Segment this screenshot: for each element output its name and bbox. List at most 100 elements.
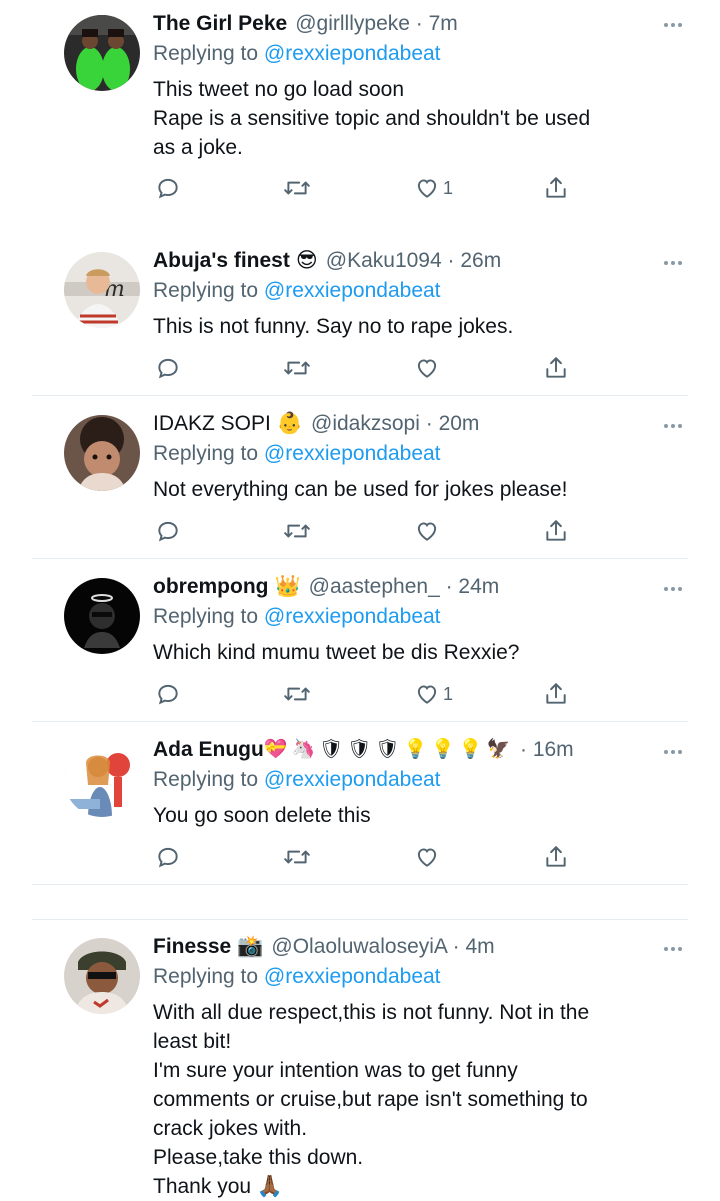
retweet-button[interactable] [283, 353, 311, 383]
like-button[interactable] [413, 842, 441, 872]
display-name[interactable]: IDAKZ SOPI [153, 412, 271, 435]
avatar[interactable] [64, 15, 140, 91]
tweet-text-line: I'm sure your intention was to get funny [153, 1059, 518, 1082]
separator-dot: · [441, 249, 461, 272]
user-handle[interactable]: @aastephen_ [309, 575, 440, 598]
display-name[interactable]: The Girl Peke [153, 12, 287, 35]
display-name[interactable]: Ada Enugu [153, 738, 264, 761]
reply-button[interactable] [155, 173, 181, 203]
name-emoji: 👑 [274, 575, 301, 599]
replying-to-label: Replying to [153, 279, 259, 302]
like-button[interactable] [413, 516, 441, 546]
replying-to-label: Replying to [153, 965, 259, 988]
timestamp[interactable]: 4m [465, 935, 494, 958]
timestamp[interactable]: 7m [429, 12, 458, 35]
share-button[interactable] [543, 516, 569, 546]
display-name[interactable]: Finesse [153, 935, 231, 958]
timestamp[interactable]: 26m [460, 249, 501, 272]
tweet-card[interactable]: obrempong 👑 @aastephen_ · 24m Replying to … [0, 566, 720, 722]
like-icon [417, 359, 437, 378]
tweet-card[interactable]: Ada Enugu💝🦄🛡🛡🛡💡💡💡🦅 · 16m Replying to @re… [0, 729, 720, 885]
user-handle[interactable]: @idakzsopi [311, 412, 420, 435]
reply-button[interactable] [155, 353, 181, 383]
tweet-text-line: Thank you 🙏🏾 [153, 1175, 284, 1198]
tweet-text-line: You go soon delete this [153, 804, 371, 827]
name-emoji: 💝🦄🛡🛡🛡💡💡💡🦅 [263, 739, 515, 761]
replying-to-mention[interactable]: @rexxiepondabeat [264, 605, 441, 628]
avatar[interactable] [64, 741, 140, 817]
retweet-icon [284, 687, 310, 701]
tweet-card[interactable]: m Abuja's finest 😎 @Kaku1094 · 26m Replyin… [0, 240, 720, 396]
reply-icon [158, 684, 178, 705]
share-icon [546, 177, 566, 198]
replying-to: Replying to @rexxiepondabeat [153, 765, 690, 795]
reply-button[interactable] [155, 679, 181, 709]
retweet-icon [284, 361, 310, 375]
separator-dot: · [514, 738, 533, 761]
name-emoji: 📸 [237, 935, 264, 959]
timestamp[interactable]: 16m [533, 738, 574, 761]
name-emoji: 😎 [295, 249, 318, 273]
avatar[interactable] [64, 415, 140, 491]
tweet-card[interactable]: Finesse 📸 @OlaoluwaloseyiA · 4m Replying t… [0, 926, 720, 1201]
reply-button[interactable] [155, 516, 181, 546]
like-icon [417, 685, 437, 704]
reply-icon [158, 847, 178, 868]
tweet-actions: 1 [153, 173, 573, 203]
avatar[interactable]: m [64, 252, 140, 328]
retweet-button[interactable] [283, 679, 311, 709]
timestamp[interactable]: 24m [458, 575, 499, 598]
retweet-button[interactable] [283, 842, 311, 872]
replying-to-mention[interactable]: @rexxiepondabeat [264, 42, 441, 65]
separator-dot: · [419, 412, 439, 435]
like-button[interactable]: 1 [413, 173, 453, 203]
tweet-text: This is not funny. Say no to rape jokes. [153, 312, 690, 341]
replying-to: Replying to @rexxiepondabeat [153, 276, 690, 306]
tweet-card[interactable]: IDAKZ SOPI 👶 @idakzsopi · 20m Replying to … [0, 403, 720, 559]
like-icon [417, 522, 437, 541]
tweet-actions [153, 842, 573, 872]
replying-to-mention[interactable]: @rexxiepondabeat [264, 442, 441, 465]
share-button[interactable] [543, 173, 569, 203]
tweet-text-line: crack jokes with. [153, 1117, 308, 1140]
reply-button[interactable] [155, 842, 181, 872]
replying-to-mention[interactable]: @rexxiepondabeat [264, 768, 441, 791]
like-button[interactable] [413, 353, 441, 383]
timestamp[interactable]: 20m [439, 412, 480, 435]
divider [32, 884, 688, 885]
like-button[interactable]: 1 [413, 679, 453, 709]
avatar[interactable] [64, 938, 140, 1014]
retweet-button[interactable] [283, 516, 311, 546]
share-button[interactable] [543, 842, 569, 872]
user-handle[interactable]: @Kaku1094 [326, 249, 442, 272]
tweet-text-line: as a joke. [153, 136, 243, 159]
divider [32, 721, 688, 722]
divider [32, 395, 688, 396]
tweet-text: Which kind mumu tweet be dis Rexxie? [153, 638, 690, 667]
replying-to-label: Replying to [153, 605, 259, 628]
tweet-card[interactable]: The Girl Peke @girlllypeke · 7m Replying … [0, 0, 720, 232]
share-icon [546, 357, 566, 378]
like-icon [417, 848, 437, 867]
avatar[interactable] [64, 578, 140, 654]
share-button[interactable] [543, 679, 569, 709]
retweet-icon [284, 524, 310, 538]
replying-to-mention[interactable]: @rexxiepondabeat [264, 965, 441, 988]
display-name[interactable]: obrempong [153, 575, 269, 598]
share-button[interactable] [543, 353, 569, 383]
like-icon [417, 179, 437, 198]
replying-to-label: Replying to [153, 442, 259, 465]
tweet-text-line: comments or cruise,but rape isn't someth… [153, 1088, 588, 1111]
reply-icon [158, 358, 178, 379]
share-icon [546, 520, 566, 541]
user-handle[interactable]: @girlllypeke [295, 12, 410, 35]
like-count: 1 [443, 177, 454, 198]
user-handle[interactable]: @OlaoluwaloseyiA [271, 935, 446, 958]
display-name[interactable]: Abuja's finest [153, 249, 290, 272]
share-icon [546, 683, 566, 704]
tweet-actions [153, 353, 573, 383]
replying-to-mention[interactable]: @rexxiepondabeat [264, 279, 441, 302]
section-divider [32, 919, 688, 920]
retweet-icon [284, 181, 310, 195]
retweet-button[interactable] [283, 173, 311, 203]
